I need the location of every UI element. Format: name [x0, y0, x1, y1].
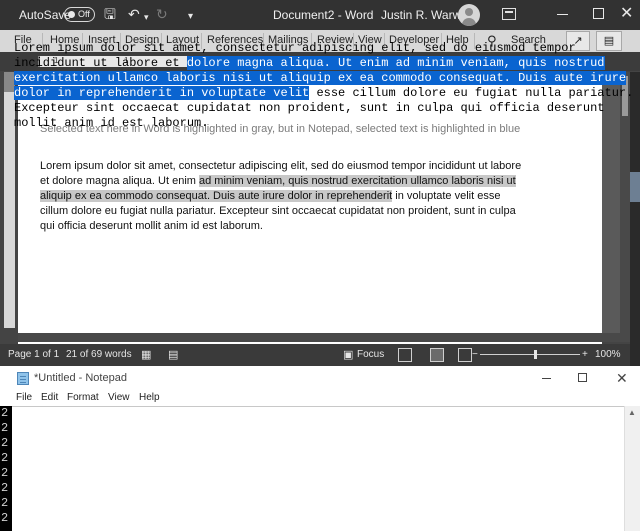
console-char: 2: [1, 511, 9, 525]
menu-file[interactable]: File: [16, 392, 32, 403]
notepad-title: *Untitled - Notepad: [34, 372, 127, 384]
zoom-level[interactable]: 100%: [595, 349, 621, 360]
console-char: 2: [1, 451, 9, 465]
selected-text: dolore magna aliqua. Ut enim ad minim ve…: [186, 56, 605, 70]
console-char: 2: [1, 406, 9, 420]
minimize-icon[interactable]: [542, 378, 551, 379]
autosave-toggle[interactable]: Off: [64, 7, 95, 22]
horizontal-scrollbar[interactable]: [18, 333, 620, 342]
menu-format[interactable]: Format: [67, 392, 99, 403]
customize-toolbar-icon[interactable]: ▾: [188, 9, 193, 25]
status-bar: Page 1 of 1 21 of 69 words ▦ ▤ ▣ Focus −…: [0, 344, 640, 366]
avatar[interactable]: [458, 4, 480, 26]
notepad-edit-area[interactable]: [12, 406, 624, 531]
console-char: 2: [1, 466, 9, 480]
zoom-out-icon[interactable]: −: [472, 349, 478, 360]
ribbon-display-options-icon[interactable]: [502, 8, 516, 20]
notepad-icon: [17, 372, 29, 385]
text-line: esse cillum dolore eu fugiat nulla paria…: [309, 86, 634, 100]
menu-view[interactable]: View: [108, 392, 130, 403]
redo-icon: ↻: [156, 6, 168, 22]
vertical-scrollbar[interactable]: [620, 72, 630, 342]
console-char: 2: [1, 436, 9, 450]
console-char: 2: [1, 421, 9, 435]
print-layout-icon[interactable]: [430, 348, 444, 362]
focus-icon[interactable]: ▣: [343, 348, 353, 361]
autosave-state: Off: [78, 9, 90, 19]
focus-label[interactable]: Focus: [357, 349, 384, 360]
notepad-title-bar: *Untitled - Notepad ✕: [0, 366, 640, 390]
document-body[interactable]: Lorem ipsum dolor sit amet, consectetur …: [40, 159, 526, 234]
notepad-scrollbar[interactable]: ▲: [624, 406, 640, 531]
menu-edit[interactable]: Edit: [41, 392, 58, 403]
notepad-menu-bar: File Edit Format View Help: [0, 390, 640, 406]
close-icon[interactable]: ✕: [616, 370, 628, 387]
console-char: 2: [1, 481, 9, 495]
web-layout-icon[interactable]: [458, 348, 472, 362]
word-count[interactable]: 21 of 69 words: [66, 349, 132, 360]
maximize-icon[interactable]: [593, 8, 604, 19]
close-icon[interactable]: ✕: [620, 3, 633, 23]
save-icon[interactable]: 🖫: [104, 6, 116, 22]
zoom-in-icon[interactable]: +: [582, 349, 588, 360]
menu-help[interactable]: Help: [139, 392, 160, 403]
word-title-bar: AutoSave Off 🖫 ↶ ▾ ↻ ▾ Document2 - Word …: [0, 0, 640, 30]
console-window-edge: 2 2 2 2 2 2 2 2: [0, 406, 12, 531]
minimize-icon[interactable]: [557, 14, 568, 15]
desktop-edge: [630, 72, 640, 366]
read-mode-icon[interactable]: [398, 348, 412, 362]
zoom-slider[interactable]: [480, 350, 580, 359]
text-line: Lorem ipsum dolor sit amet, consectetur …: [14, 41, 576, 55]
console-char: 2: [1, 496, 9, 510]
text-line: Excepteur sint occaecat cupidatat non pr…: [14, 101, 605, 115]
undo-icon[interactable]: ↶: [128, 6, 140, 22]
toggle-knob: [68, 11, 75, 18]
maximize-icon[interactable]: [578, 373, 587, 382]
zoom-slider-knob[interactable]: [534, 350, 537, 359]
notepad-window: *Untitled - Notepad ✕ File Edit Format V…: [0, 366, 640, 531]
selected-text: exercitation ullamco laboris nisi ut ali…: [14, 71, 627, 85]
page-count[interactable]: Page 1 of 1: [8, 349, 59, 360]
text-line: mollit anim id est laborum.: [14, 116, 209, 130]
text-line: incididunt ut labore et: [14, 56, 187, 70]
document-title: Document2 - Word: [273, 8, 374, 22]
accessibility-icon[interactable]: ▤: [168, 348, 178, 361]
notepad-text[interactable]: Lorem ipsum dolor sit amet, consectetur …: [14, 41, 633, 131]
proofing-icon[interactable]: ▦: [141, 348, 151, 361]
scroll-up-icon[interactable]: ▲: [628, 408, 636, 417]
undo-dropdown-icon[interactable]: ▾: [144, 9, 149, 25]
selected-text: dolor in reprehenderit in voluptate veli…: [14, 86, 310, 100]
